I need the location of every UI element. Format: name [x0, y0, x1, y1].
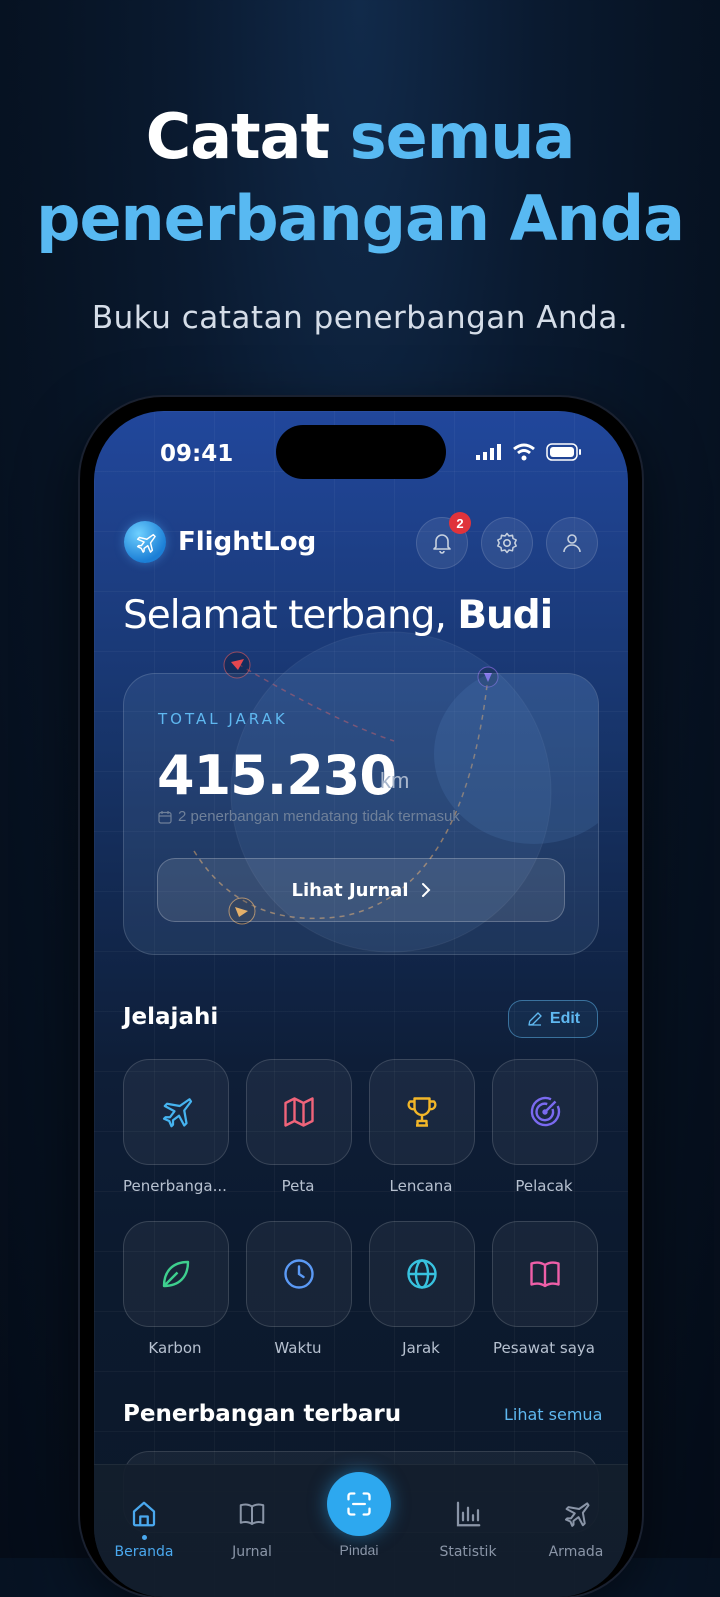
explore-tile-label: Peta: [281, 1177, 315, 1195]
book-icon: [239, 1503, 265, 1525]
plane-icon: [162, 1098, 193, 1128]
promo-headline: Catat semua penerbangan Anda: [0, 96, 720, 260]
tab-bar: Beranda Jurnal Pindai Statistik Armada: [94, 1464, 628, 1597]
plane-icon: [565, 1502, 590, 1527]
explore-tile-flights[interactable]: [123, 1059, 229, 1165]
tab-home[interactable]: Beranda: [99, 1497, 189, 1560]
app-name: FlightLog: [178, 527, 317, 557]
explore-tile-label: Lencana: [389, 1177, 453, 1195]
scan-icon: [347, 1492, 371, 1516]
explore-tile-carbon[interactable]: [123, 1221, 229, 1327]
trophy-icon: [407, 1097, 437, 1127]
see-all-link[interactable]: Lihat semua: [504, 1405, 602, 1424]
status-time: 09:41: [160, 441, 234, 467]
view-journal-button[interactable]: Lihat Jurnal: [157, 858, 565, 922]
globe-icon: [407, 1259, 437, 1289]
pencil-icon: [528, 1012, 542, 1026]
home-icon: [132, 1501, 156, 1527]
greeting: Selamat terbang, Budi: [123, 593, 553, 638]
bar-chart-icon: [456, 1501, 481, 1527]
note-text: 2 penerbangan mendatang tidak termasuk: [178, 808, 460, 825]
explore-tile-my-aircraft[interactable]: [492, 1221, 598, 1327]
phone-frame: 09:41 FlightLog 2 Selamat terbang, Budi: [80, 397, 642, 1597]
explore-tile-time[interactable]: [246, 1221, 352, 1327]
explore-tile-label: Pelacak: [515, 1177, 573, 1195]
tab-statistics[interactable]: Statistik: [423, 1497, 513, 1560]
headline-part1: Catat: [145, 100, 350, 173]
bell-icon: [433, 534, 451, 554]
app-screen: 09:41 FlightLog 2 Selamat terbang, Budi: [94, 411, 628, 1597]
promo-subtitle: Buku catatan penerbangan Anda.: [91, 300, 629, 336]
explore-tile-label: Karbon: [148, 1339, 202, 1357]
explore-tile-badges[interactable]: [369, 1059, 475, 1165]
total-distance-label: TOTAL JARAK: [158, 710, 288, 728]
scan-label: Pindai: [339, 1542, 379, 1558]
map-icon: [284, 1097, 314, 1127]
total-distance-unit: km: [380, 768, 410, 793]
upcoming-flights-note: 2 penerbangan mendatang tidak termasuk: [158, 808, 460, 825]
chevron-right-icon: [421, 883, 430, 897]
explore-tile-distance[interactable]: [369, 1221, 475, 1327]
explore-tile-label: Penerbanga...: [123, 1177, 227, 1195]
tab-journal[interactable]: Jurnal: [207, 1497, 297, 1560]
recent-flights-title: Penerbangan terbaru: [123, 1401, 402, 1427]
dynamic-island: [276, 425, 446, 479]
explore-title: Jelajahi: [123, 1004, 219, 1030]
leaf-icon: [162, 1260, 190, 1288]
signal-icon: [476, 444, 501, 460]
explore-tile-map[interactable]: [246, 1059, 352, 1165]
explore-tile-label: Waktu: [274, 1339, 322, 1357]
app-logo-icon: [124, 521, 166, 563]
radar-icon: [530, 1096, 561, 1127]
wifi-icon: [513, 443, 535, 461]
explore-tile-tracker[interactable]: [492, 1059, 598, 1165]
scan-button[interactable]: [327, 1472, 391, 1536]
headline-part2: semua: [349, 100, 576, 173]
greeting-name: Budi: [457, 593, 553, 638]
status-icons: [476, 443, 582, 461]
explore-tile-label: Jarak: [402, 1339, 440, 1357]
view-journal-label: Lihat Jurnal: [291, 879, 409, 901]
settings-button[interactable]: [481, 517, 533, 569]
total-distance-card: TOTAL JARAK 415.230 km 2 penerbangan men…: [123, 673, 599, 955]
headline-line2: penerbangan Anda: [36, 182, 685, 255]
greeting-prefix: Selamat terbang,: [123, 593, 458, 638]
tab-fleet[interactable]: Armada: [531, 1497, 621, 1560]
battery-icon: [546, 443, 581, 461]
calendar-icon: [158, 810, 172, 824]
explore-tile-label: Pesawat saya: [493, 1339, 595, 1357]
user-icon: [563, 534, 581, 553]
notifications-button[interactable]: 2: [416, 512, 471, 569]
notification-badge: 2: [449, 512, 471, 534]
clock-icon: [284, 1259, 314, 1289]
edit-button[interactable]: Edit: [508, 1000, 598, 1038]
total-distance-value: 415.230: [157, 744, 397, 807]
edit-label: Edit: [549, 1010, 581, 1027]
app-brand: FlightLog: [124, 521, 316, 563]
gear-icon: [497, 532, 517, 554]
book-icon: [530, 1261, 560, 1288]
profile-button[interactable]: [546, 517, 598, 569]
